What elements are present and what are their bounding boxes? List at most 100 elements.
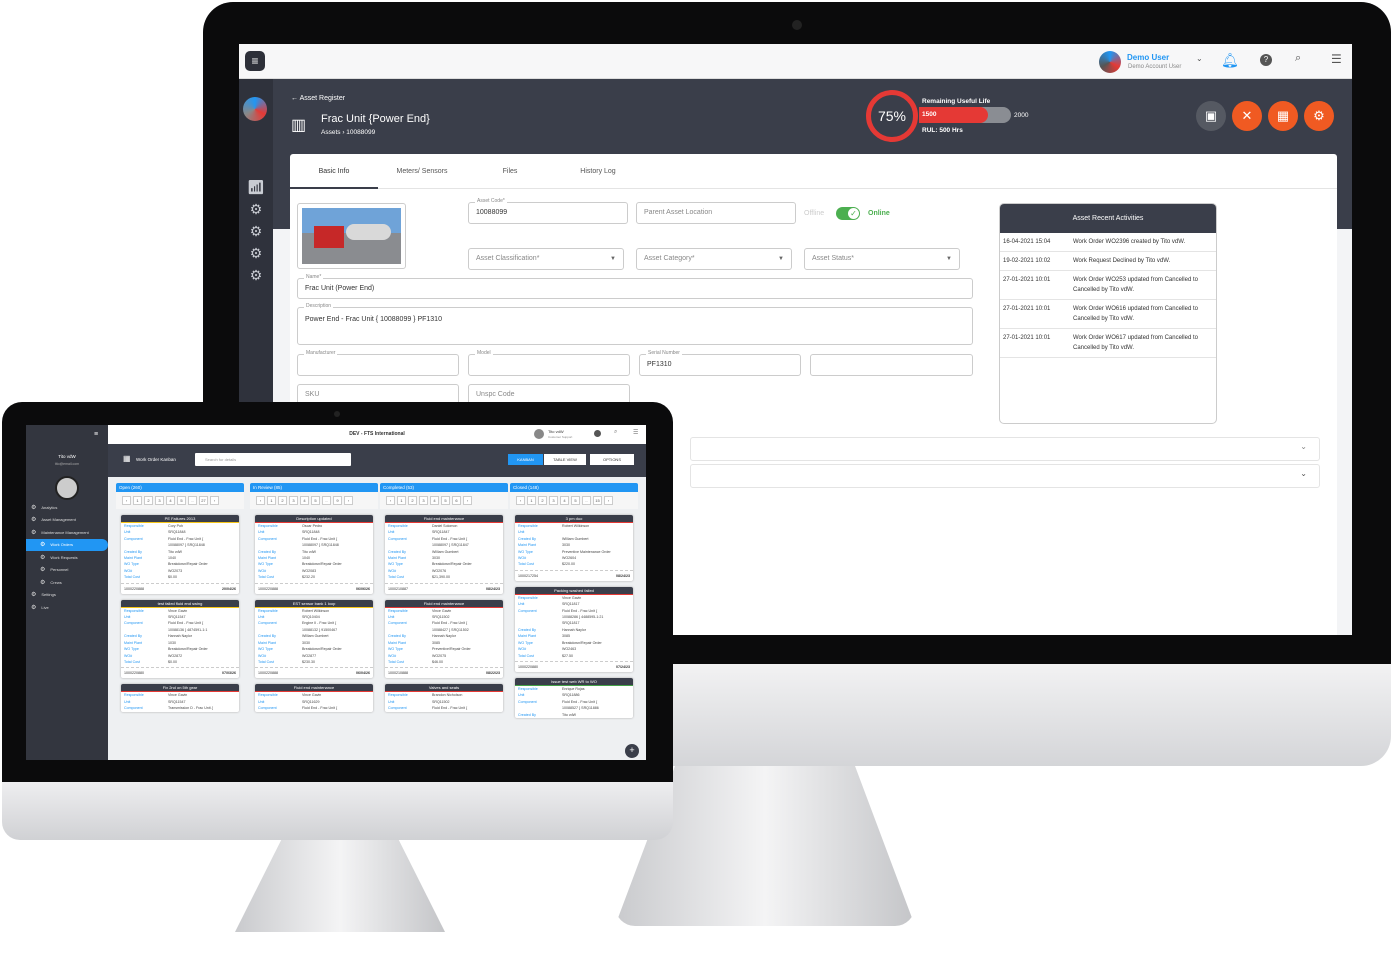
live-icon[interactable]: ⚙ xyxy=(239,267,273,284)
search-icon[interactable]: ⌕ xyxy=(1295,52,1301,65)
name-field[interactable]: Name* Frac Unit (Power End) xyxy=(297,273,973,299)
work-order-card[interactable]: Packing washed failed Responsible Vince Ga… xyxy=(515,586,633,672)
settings-icon[interactable]: ⚙ xyxy=(239,245,273,262)
avatar[interactable] xyxy=(55,476,79,500)
page-button[interactable]: › xyxy=(604,496,613,505)
tab-meters-sensors[interactable]: Meters/ Sensors xyxy=(378,154,466,189)
work-order-card[interactable]: test failed fluid end swing Responsible Vi… xyxy=(121,599,239,679)
help-icon[interactable] xyxy=(594,430,601,437)
work-order-card[interactable]: Valves and seats Responsible Brandon Nicho… xyxy=(385,684,503,712)
help-icon[interactable]: ? xyxy=(1260,54,1272,66)
work-order-button[interactable]: ✕ xyxy=(1232,101,1262,131)
online-toggle[interactable]: ✓ xyxy=(836,207,860,220)
page-button[interactable]: 4 xyxy=(430,496,439,505)
maintenance-icon[interactable]: ⚙ xyxy=(239,223,273,240)
menu-icon[interactable]: ≡ xyxy=(245,51,265,71)
page-button[interactable]: 2 xyxy=(144,496,153,505)
model-field[interactable]: Model xyxy=(468,349,630,376)
asset-category-select[interactable]: Asset Category* ▼ xyxy=(636,248,792,270)
schedule-button[interactable]: ▦ xyxy=(1268,101,1298,131)
page-button[interactable]: 2 xyxy=(538,496,547,505)
breadcrumb-back[interactable]: Asset Register xyxy=(300,95,346,102)
page-button[interactable]: ‹ xyxy=(256,496,265,505)
page-button[interactable]: 1 xyxy=(267,496,276,505)
back-arrow-icon[interactable]: ← xyxy=(291,95,300,102)
asset-photo[interactable] xyxy=(297,203,406,269)
page-button[interactable]: 27 xyxy=(199,496,208,505)
work-order-card[interactable]: Issue test web WR to WO Responsible Enriqu… xyxy=(515,677,633,718)
menu-icon[interactable]: ≡ xyxy=(94,431,98,438)
work-order-card[interactable]: Description updated Responsible Oscar Pedr… xyxy=(255,515,373,594)
page-button[interactable]: 15 xyxy=(593,496,602,505)
user-name[interactable]: Tito vdW xyxy=(548,429,564,434)
work-order-card[interactable]: Fluid end maintenance Responsible Vince Ga… xyxy=(385,599,503,679)
asset-status-select[interactable]: Asset Status* ▼ xyxy=(804,248,960,270)
page-button[interactable]: 2 xyxy=(278,496,287,505)
collapsible-section[interactable]: ⌄ xyxy=(690,437,1320,461)
page-button[interactable]: 4 xyxy=(300,496,309,505)
page-button[interactable]: 5 xyxy=(441,496,450,505)
page-button[interactable]: › xyxy=(463,496,472,505)
settings-button[interactable]: ⚙ xyxy=(1304,101,1334,131)
analytics-icon[interactable]: 📶︎ xyxy=(239,179,273,196)
asset-code-field[interactable]: Asset Code* 10088099 xyxy=(468,197,628,224)
page-button[interactable]: › xyxy=(210,496,219,505)
tab-files[interactable]: Files xyxy=(466,154,554,189)
chevron-down-icon[interactable]: ⌄ xyxy=(1196,54,1203,63)
bell-icon[interactable]: 🔔︎ xyxy=(1221,52,1239,69)
sidebar-item[interactable]: ⚙ Analytics xyxy=(26,501,108,514)
page-button[interactable]: 5 xyxy=(571,496,580,505)
page-button[interactable]: 3 xyxy=(289,496,298,505)
options-button[interactable]: OPTIONS xyxy=(590,454,634,465)
page-button[interactable]: 1 xyxy=(133,496,142,505)
page-button[interactable]: 3 xyxy=(419,496,428,505)
save-button[interactable]: ▣ xyxy=(1196,101,1226,131)
add-work-order-button[interactable]: + xyxy=(625,744,639,758)
list-icon[interactable]: ☰ xyxy=(633,429,638,436)
work-order-card[interactable]: Fix 2nd on 5th gear Responsible Vince Gavi… xyxy=(121,684,239,712)
page-button[interactable]: 4 xyxy=(166,496,175,505)
search-icon[interactable]: ⌕ xyxy=(614,429,617,436)
collapsible-section[interactable]: ⌄ xyxy=(690,464,1320,488)
page-button[interactable]: 1 xyxy=(397,496,406,505)
breadcrumb-assets[interactable]: Assets xyxy=(321,129,341,136)
user-avatar[interactable] xyxy=(1099,51,1121,73)
page-button[interactable]: 2 xyxy=(408,496,417,505)
asset-management-icon[interactable]: ⚙ xyxy=(239,201,273,218)
user-name[interactable]: Demo User xyxy=(1127,53,1169,62)
sidebar-item[interactable]: ⚙ Settings xyxy=(26,589,108,602)
search-input[interactable]: Search for details xyxy=(195,453,351,466)
page-button[interactable]: 5 xyxy=(177,496,186,505)
tab-history-log[interactable]: History Log xyxy=(554,154,642,189)
manufacturer-field[interactable]: Manufacturer xyxy=(297,349,459,376)
sidebar-item[interactable]: ⚙ Maintenance Management xyxy=(26,526,108,539)
sidebar-item[interactable]: ⚙ Personnel xyxy=(26,564,108,577)
sidebar-item[interactable]: ⚙ Work Orders xyxy=(26,538,108,551)
work-order-card[interactable]: EST sensor bank 1 loop Responsible Robert … xyxy=(255,599,373,679)
sidebar-item[interactable]: ⚙ Asset Management xyxy=(26,514,108,527)
sidebar-item[interactable]: ⚙ Work Requests xyxy=(26,551,108,564)
kanban-view-button[interactable]: KANBAN xyxy=(508,454,543,465)
parent-location-field[interactable]: Parent Asset Location xyxy=(636,202,796,224)
work-order-card[interactable]: Fluid end maintenance Responsible Daniel S… xyxy=(385,515,503,594)
sidebar-item[interactable]: ⚙ Crews xyxy=(26,576,108,589)
sidebar-item[interactable]: ⚙ Live xyxy=(26,601,108,614)
work-order-card[interactable]: PE Failures 2013 Responsible Cory Poh Unit S… xyxy=(121,515,239,594)
page-button[interactable]: › xyxy=(344,496,353,505)
extra-field[interactable] xyxy=(810,354,973,376)
page-button[interactable]: ‹ xyxy=(122,496,131,505)
page-button[interactable]: 1 xyxy=(527,496,536,505)
page-button[interactable]: ‹ xyxy=(516,496,525,505)
page-button[interactable]: 9 xyxy=(333,496,342,505)
serial-number-field[interactable]: Serial Number PF1310 xyxy=(639,349,801,376)
page-button[interactable]: 4 xyxy=(560,496,569,505)
page-button[interactable]: 6 xyxy=(452,496,461,505)
page-button[interactable]: .. xyxy=(582,496,591,505)
page-button[interactable]: 3 xyxy=(155,496,164,505)
work-order-card[interactable]: 3 pm duo Responsible Robert Wilkinson Unit C… xyxy=(515,515,633,581)
page-button[interactable]: ‹ xyxy=(386,496,395,505)
page-button[interactable]: 3 xyxy=(549,496,558,505)
work-order-card[interactable]: Fluid end maintenance Responsible Vince Ga… xyxy=(255,684,373,712)
list-icon[interactable]: ☰ xyxy=(1331,52,1342,66)
user-avatar[interactable] xyxy=(534,429,544,439)
